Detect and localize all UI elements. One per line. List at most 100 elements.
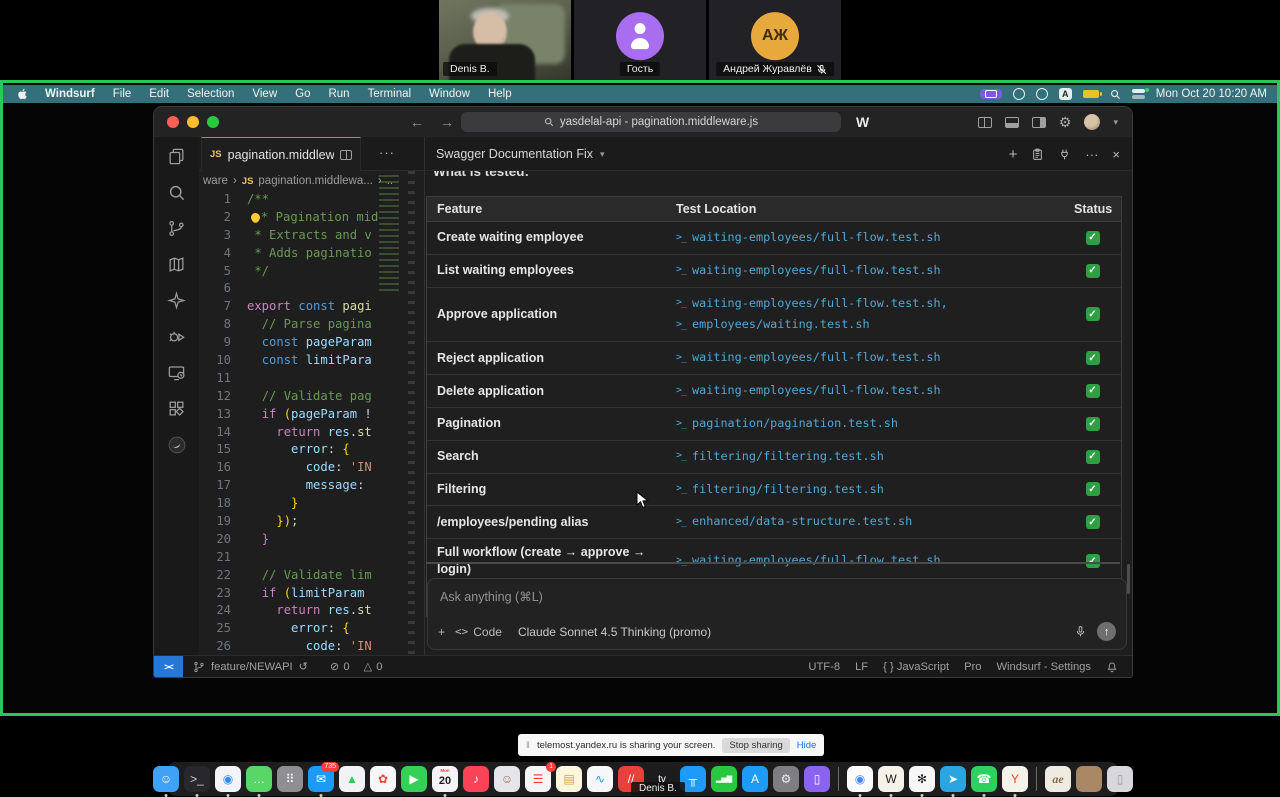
status-globe-icon[interactable] <box>1013 88 1025 100</box>
close-panel-icon[interactable]: × <box>1112 147 1120 162</box>
command-center-search[interactable]: yasdelal-api - pagination.middleware.js <box>461 112 841 132</box>
mode-selector-code[interactable]: <> Code <box>455 625 502 639</box>
git-branch-label[interactable]: feature/NEWAPI <box>211 661 293 673</box>
chevron-down-icon[interactable]: ▾ <box>1113 117 1118 128</box>
chevron-down-icon[interactable]: ▾ <box>600 149 605 160</box>
search-icon[interactable] <box>167 183 186 202</box>
conversation-title[interactable]: Swagger Documentation Fix <box>436 147 593 161</box>
dock-chrome[interactable]: ◉ <box>847 766 873 792</box>
control-center-icon[interactable] <box>1132 89 1145 99</box>
dock-messages[interactable]: … <box>246 766 272 792</box>
screen-sharing-indicator-icon[interactable] <box>980 89 1002 99</box>
toggle-sidebar-icon[interactable] <box>1032 117 1046 128</box>
stop-sharing-button[interactable]: Stop sharing <box>722 738 789 753</box>
dock-numbers[interactable]: ▂▅▇ <box>711 766 737 792</box>
panel-scrollbar[interactable] <box>1127 564 1130 594</box>
menu-windsurf[interactable]: Windsurf <box>45 88 95 100</box>
dock-trash[interactable]: ▯ <box>1107 766 1133 792</box>
breadcrumb-folder[interactable]: ware <box>203 175 228 187</box>
plan-badge[interactable]: Pro <box>964 661 981 673</box>
dock-windsurf[interactable]: W <box>878 766 904 792</box>
windsurf-settings[interactable]: Windsurf - Settings <box>996 661 1091 673</box>
menu-edit[interactable]: Edit <box>149 88 169 100</box>
test-location-link[interactable]: >_enhanced/data-structure.test.sh <box>676 511 1054 533</box>
dock-dictionary[interactable]: ae <box>1045 766 1071 792</box>
lightbulb-icon[interactable] <box>251 213 260 222</box>
encoding-indicator[interactable]: UTF-8 <box>808 661 840 673</box>
zoom-window-button[interactable] <box>207 116 219 128</box>
dock-music[interactable]: ♪ <box>463 766 489 792</box>
test-location-link[interactable]: >_waiting-employees/full-flow.test.sh <box>676 260 1054 282</box>
menu-help[interactable]: Help <box>488 88 512 100</box>
dock-iphone-mirroring[interactable]: ▯ <box>804 766 830 792</box>
model-selector[interactable]: Claude Sonnet 4.5 Thinking (promo) <box>518 625 711 639</box>
dock-system-settings[interactable]: ⚙ <box>773 766 799 792</box>
dock-freeform[interactable]: ∿ <box>587 766 613 792</box>
test-location-link[interactable]: >_waiting-employees/full-flow.test.sh <box>676 347 1054 369</box>
history-clipboard-icon[interactable] <box>1031 148 1044 161</box>
microphone-icon[interactable] <box>1074 625 1087 638</box>
test-location-link[interactable]: >_employees/waiting.test.sh <box>676 314 1054 336</box>
menu-file[interactable]: File <box>113 88 132 100</box>
problems-indicator[interactable]: ⊘ 0 △ 0 <box>330 660 382 673</box>
explorer-icon[interactable] <box>167 147 186 166</box>
dock-chatgpt[interactable]: ✻ <box>909 766 935 792</box>
participant-tile-guest[interactable]: Гость <box>574 0 706 80</box>
dock-maps[interactable]: ▲ <box>339 766 365 792</box>
dock-finder[interactable]: ☺ <box>153 766 179 792</box>
battery-icon[interactable] <box>1083 90 1099 98</box>
dock-terminal[interactable]: >_ <box>184 766 210 792</box>
participant-tile-video[interactable]: Denis B. <box>439 0 571 80</box>
dock-reminders[interactable]: ☰1 <box>525 766 551 792</box>
cascade-agent-icon[interactable] <box>167 435 187 455</box>
source-control-icon[interactable] <box>167 219 186 238</box>
close-window-button[interactable] <box>167 116 179 128</box>
test-location-link[interactable]: >_waiting-employees/full-flow.test.sh <box>676 550 1054 572</box>
settings-gear-icon[interactable]: ⚙ <box>1059 115 1072 129</box>
remote-explorer-icon[interactable] <box>167 363 186 382</box>
account-avatar[interactable] <box>1084 114 1100 130</box>
ask-input-placeholder[interactable]: Ask anything (⌘L) <box>440 589 1114 604</box>
code-editor[interactable]: ware › JS pagination.middlewa... › .. 1/… <box>199 171 424 655</box>
menu-terminal[interactable]: Terminal <box>368 88 411 100</box>
eol-indicator[interactable]: LF <box>855 661 868 673</box>
menu-run[interactable]: Run <box>328 88 349 100</box>
menu-go[interactable]: Go <box>295 88 310 100</box>
dock-photos[interactable]: ✿ <box>370 766 396 792</box>
menu-window[interactable]: Window <box>429 88 470 100</box>
tab-pagination-middleware[interactable]: JS pagination.middlewa <box>201 137 361 171</box>
ask-input-box[interactable]: Ask anything (⌘L) + <> Code Claude Sonne… <box>427 578 1127 650</box>
menu-selection[interactable]: Selection <box>187 88 234 100</box>
dock-launchpad[interactable]: ⠿ <box>277 766 303 792</box>
dock-calendar[interactable]: Mon20 <box>432 766 458 792</box>
apple-logo-icon[interactable] <box>17 87 29 101</box>
run-debug-icon[interactable] <box>167 327 186 346</box>
menu-bar-clock[interactable]: Mon Oct 20 10:20 AM <box>1156 88 1267 100</box>
dock-whatsapp[interactable]: ☎ <box>971 766 997 792</box>
test-location-link[interactable]: >_filtering/filtering.test.sh <box>676 446 1054 468</box>
split-editor-layout-icon[interactable] <box>978 117 992 128</box>
forward-button[interactable]: → <box>440 114 454 130</box>
test-location-link[interactable]: >_waiting-employees/full-flow.test.sh <box>676 380 1054 402</box>
toggle-panel-icon[interactable] <box>1005 117 1019 128</box>
language-mode[interactable]: { } JavaScript <box>883 661 949 673</box>
send-button[interactable]: ↑ <box>1097 622 1116 641</box>
more-actions-icon[interactable]: ··· <box>1085 147 1098 162</box>
plugin-icon[interactable] <box>1058 148 1071 161</box>
hide-notice-link[interactable]: Hide <box>797 740 817 751</box>
dock-mail[interactable]: ✉735 <box>308 766 334 792</box>
remote-indicator[interactable]: >< <box>154 656 183 677</box>
test-location-link[interactable]: >_pagination/pagination.test.sh <box>676 413 1054 435</box>
dock-user-photo[interactable] <box>1076 766 1102 792</box>
back-button[interactable]: ← <box>410 114 424 130</box>
map-explorer-icon[interactable] <box>167 255 186 274</box>
add-context-button[interactable]: + <box>438 625 445 639</box>
breadcrumb-file[interactable]: pagination.middlewa... <box>258 175 372 187</box>
extensions-icon[interactable] <box>167 399 186 418</box>
dock-safari[interactable]: ◉ <box>215 766 241 792</box>
menu-view[interactable]: View <box>252 88 277 100</box>
user-status-icon[interactable] <box>1036 88 1048 100</box>
dock-facetime[interactable]: ▶ <box>401 766 427 792</box>
dock-notes[interactable]: ▤ <box>556 766 582 792</box>
participant-tile-andrey[interactable]: АЖ Андрей Журавлёв <box>709 0 841 80</box>
